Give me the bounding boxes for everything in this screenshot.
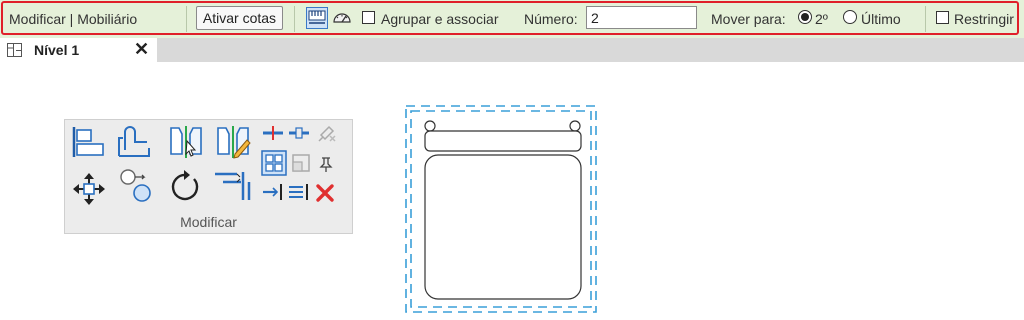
measure-gauge-button[interactable] [331,7,353,29]
separator [925,6,926,32]
mirror-draw-axis-icon[interactable] [215,124,251,160]
align-icon[interactable] [70,124,108,160]
numero-input[interactable] [586,6,697,29]
mirror-pick-axis-icon[interactable] [168,124,204,160]
scale-icon[interactable] [291,153,311,173]
move-icon[interactable] [71,171,107,207]
split-element-icon[interactable] [261,124,285,142]
panel-title: Modificar [180,214,237,230]
close-icon[interactable]: ✕ [134,39,149,59]
modify-panel: Modificar [64,119,353,234]
ativar-cotas-button[interactable]: Ativar cotas [196,6,283,30]
trim-extend-single-icon[interactable] [261,182,285,202]
delete-icon[interactable] [315,183,335,203]
radio-segundo-label: 2º [815,11,828,27]
copy-icon[interactable] [118,167,154,207]
trim-extend-multiple-icon[interactable] [287,182,311,202]
tab-title: Nível 1 [34,42,80,58]
options-bar: Modificar | Mobiliário Ativar cotas Agru… [0,0,1024,38]
agrupar-checkbox[interactable] [362,11,375,24]
offset-icon[interactable] [115,124,153,160]
context-label: Modificar | Mobiliário [9,11,138,27]
numero-label: Número: [524,11,578,27]
dimension-icon [308,10,326,24]
radio-ultimo-label: Último [861,11,901,27]
trim-extend-corner-icon[interactable] [213,168,253,202]
selected-furniture-element[interactable] [404,104,600,316]
gauge-icon [333,13,351,23]
rotate-icon[interactable] [168,167,204,207]
unpin-icon[interactable] [315,123,339,143]
split-with-gap-icon[interactable] [287,124,311,142]
agrupar-label: Agrupar e associar [381,11,499,27]
restringir-checkbox[interactable] [936,11,949,24]
mover-para-label: Mover para: [711,11,786,27]
view-tab-bar: Nível 1 ✕ [0,38,1024,62]
radio-ultimo[interactable] [843,10,857,24]
tab-nivel-1[interactable]: Nível 1 ✕ [0,38,157,62]
separator [186,6,187,32]
radio-segundo[interactable] [798,10,812,24]
array-icon[interactable] [261,150,287,176]
restringir-label: Restringir [954,11,1014,27]
dimension-toggle-button[interactable] [306,7,328,29]
pin-icon[interactable] [315,153,337,173]
separator [294,6,295,32]
floor-plan-view-icon [7,43,22,57]
